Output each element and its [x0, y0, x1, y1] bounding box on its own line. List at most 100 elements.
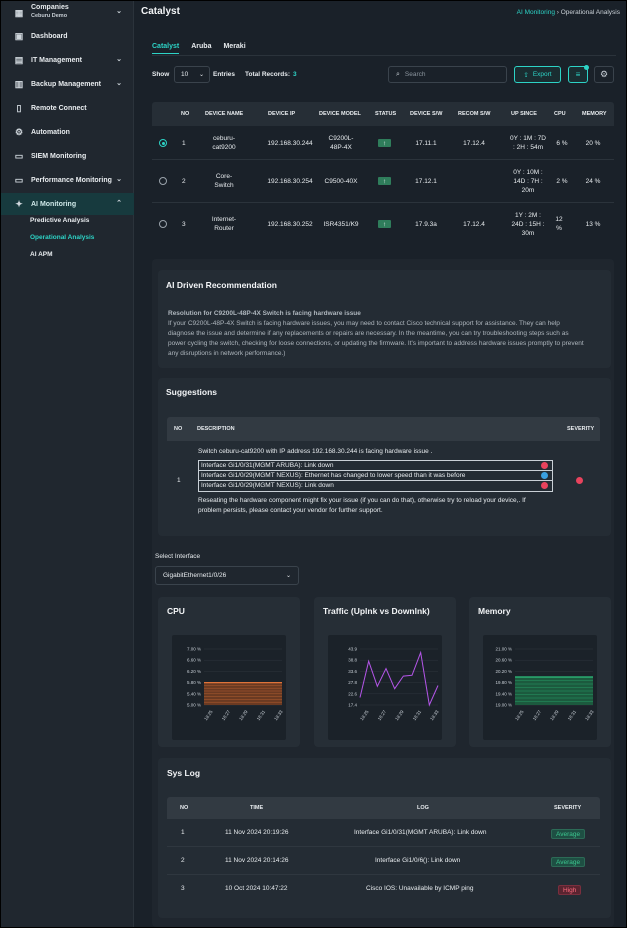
row-radio-selected[interactable]: [159, 139, 167, 147]
sidebar-sub-ai-apm[interactable]: AI APM: [30, 251, 53, 258]
cell-no: 2: [182, 178, 186, 185]
page-size-value: 10: [181, 71, 189, 78]
syslog-row: 3 10 Oct 2024 10:47:22 Cisco IOS: Unavai…: [167, 875, 600, 903]
y-tick-label: 17.4: [348, 703, 357, 708]
x-tick-label: 18:33: [584, 709, 595, 721]
gear-icon: ⚙: [599, 69, 609, 79]
col-up-since: UP SINCE: [511, 111, 537, 117]
x-tick-label: 18:29: [238, 709, 249, 721]
page-size-select[interactable]: 10 ⌄: [174, 66, 210, 83]
cell-no: 1: [182, 140, 186, 147]
traffic-chart: 43.9 38.8 33.6 27.8 22.6 17.418:25 18:27 18:29 1…: [348, 647, 440, 722]
export-button[interactable]: ⇪ Export: [514, 66, 561, 83]
cpu-chart-card: CPU 7.00 % 6.60 % 6.20 % 5.80 % 5.40 % 5.00 %…: [158, 597, 300, 747]
x-tick-label: 18:31: [256, 709, 267, 721]
syslog-title: Sys Log: [167, 768, 201, 778]
sidebar-item-automation[interactable]: ⚙ Automation: [1, 121, 134, 143]
y-tick-label: 19.40 %: [495, 691, 512, 696]
breadcrumb-separator: ›: [556, 9, 559, 16]
traffic-chart-title: Traffic (Uplnk vs Downlnk): [323, 606, 430, 616]
automation-icon: ⚙: [14, 126, 24, 137]
chevron-down-icon: ⌄: [116, 176, 122, 183]
sidebar-item-it-management[interactable]: ▤ IT Management ⌄: [1, 49, 134, 71]
sidebar-item-dashboard[interactable]: ▣ Dashboard: [1, 25, 134, 47]
cell-memory: 13 %: [585, 221, 601, 228]
chevron-down-icon: ⌄: [116, 56, 122, 63]
tab-divider: [152, 55, 616, 56]
x-tick-label: 18:25: [514, 709, 525, 721]
select-interface-label: Select Interface: [155, 553, 201, 560]
sidebar-item-label: Remote Connect: [31, 104, 87, 112]
cell-device-sw: 17.12.1: [415, 178, 437, 185]
y-tick-label: 5.00 %: [187, 703, 201, 708]
row-radio[interactable]: [159, 177, 167, 185]
cell-time: 11 Nov 2024 20:14:26: [225, 857, 289, 864]
status-badge-up: ↑: [378, 177, 391, 185]
export-icon: ⇪: [523, 71, 529, 79]
cell-no: 2: [181, 857, 185, 864]
suggestion-footer: Reseating the hardware component might f…: [198, 497, 526, 514]
x-tick-label: 18:25: [203, 709, 214, 721]
memory-chart-area: 21.00 % 20.60 % 20.20 % 19.80 % 19.40 % 19.00…: [483, 635, 597, 740]
sidebar-item-label: SIEM Monitoring: [31, 152, 87, 160]
x-tick-label: 18:33: [429, 709, 440, 721]
cell-recom-sw: 17.12.4: [463, 221, 485, 228]
y-tick-label: 22.6: [348, 691, 357, 696]
interface-item: Interface Gi1/0/29(MGMT NEXUS): Ethernet…: [199, 471, 552, 481]
col-no: NO: [180, 805, 189, 811]
y-tick-label: 43.9: [348, 647, 357, 652]
status-badge-up: ↑: [378, 139, 391, 147]
suggestions-table-header: NO DESCRIPTION SEVERITY: [167, 417, 600, 441]
company-switcher[interactable]: ▦ Companies Ceburu Demo ⌄: [1, 1, 134, 25]
cell-cpu: 12 %: [555, 216, 563, 232]
device-row[interactable]: 3 Internet- Router 192.168.30.252 ISR435…: [152, 203, 614, 246]
search-input[interactable]: ⌕ Search: [388, 66, 507, 83]
show-label: Show: [152, 71, 170, 78]
cell-log: Cisco IOS: Unavailable by ICMP ping: [366, 885, 474, 892]
device-row[interactable]: 1 ceburu- cat9200 192.168.30.244 C9200L-…: [152, 126, 614, 160]
tab-catalyst[interactable]: Catalyst: [152, 43, 180, 54]
cell-no: 3: [181, 885, 185, 892]
interface-list: Interface Gi1/0/31(MGMT ARUBA): Link dow…: [198, 460, 553, 492]
settings-button[interactable]: ⚙: [594, 66, 614, 83]
sidebar-item-siem-monitoring[interactable]: ▭ SIEM Monitoring: [1, 145, 134, 167]
device-row[interactable]: 2 Core- Switch 192.168.30.254 C9500-40X …: [152, 160, 614, 203]
chevron-down-icon: ⌄: [285, 573, 291, 579]
interface-select[interactable]: GigabitEthernet1/0/26 ⌄: [155, 566, 299, 585]
memory-chart-title: Memory: [478, 606, 511, 616]
sidebar-sub-predictive-analysis[interactable]: Predictive Analysis: [30, 217, 89, 224]
interface-item: Interface Gi1/0/31(MGMT ARUBA): Link dow…: [199, 461, 552, 471]
sidebar-sub-operational-analysis[interactable]: Operational Analysis: [30, 234, 94, 241]
x-tick-label: 18:31: [412, 709, 423, 721]
sidebar-item-ai-monitoring[interactable]: ✦ AI Monitoring ⌃: [1, 193, 134, 215]
breadcrumb-parent[interactable]: AI Monitoring: [517, 9, 555, 16]
cell-log: Interface Gi1/0/6(): Link down: [375, 857, 461, 864]
cell-cpu: 6 %: [556, 140, 568, 147]
cell-no: 3: [182, 221, 186, 228]
siem-icon: ▭: [14, 150, 24, 161]
sidebar-item-performance-monitoring[interactable]: ▭ Performance Monitoring ⌄: [1, 169, 134, 191]
col-cpu: CPU: [554, 111, 566, 117]
recommendation-body: If your C9200L-48P-4X Switch is facing h…: [168, 320, 584, 357]
y-tick-label: 19.80 %: [495, 680, 512, 685]
sidebar-item-label: IT Management: [31, 56, 82, 64]
x-tick-label: 18:27: [532, 709, 543, 721]
row-radio[interactable]: [159, 220, 167, 228]
tab-meraki[interactable]: Meraki: [223, 43, 245, 54]
cell-device-name: Internet- Router: [211, 216, 237, 232]
sidebar-item-backup-management[interactable]: ▥ Backup Management ⌄: [1, 73, 134, 95]
col-device-sw: DEVICE S/W: [410, 111, 443, 117]
sidebar-item-remote-connect[interactable]: ▯ Remote Connect: [1, 97, 134, 119]
entries-label: Entries: [213, 71, 236, 78]
col-no: NO: [174, 426, 183, 432]
cell-log: Interface Gi1/0/31(MGMT ARUBA): Link dow…: [354, 829, 487, 836]
interface-select-value: GigabitEthernet1/0/26: [163, 572, 227, 579]
cell-device-sw: 17.11.1: [415, 140, 437, 147]
y-tick-label: 5.40 %: [187, 691, 201, 696]
tab-aruba[interactable]: Aruba: [191, 43, 211, 54]
col-device-ip: DEVICE IP: [268, 111, 296, 117]
total-records-label: Total Records:: [245, 71, 291, 78]
chevron-up-icon: ⌃: [116, 200, 122, 207]
filter-button[interactable]: ≡: [568, 65, 589, 83]
cell-device-ip: 192.168.30.252: [267, 221, 313, 228]
